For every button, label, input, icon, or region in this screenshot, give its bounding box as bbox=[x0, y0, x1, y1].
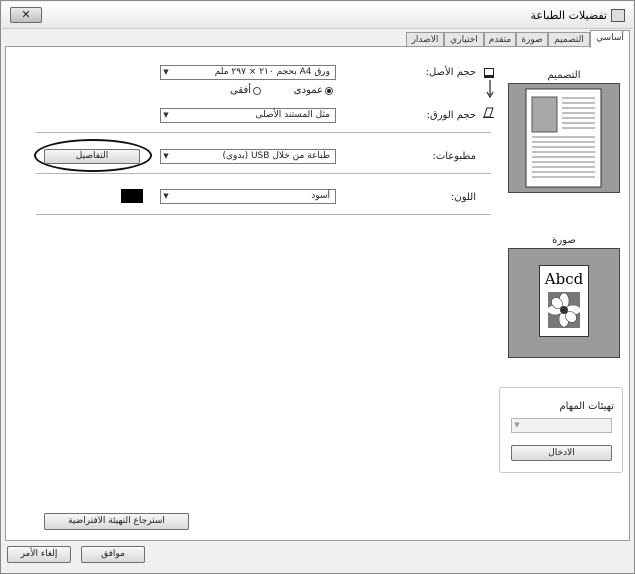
close-button[interactable]: ✕ bbox=[10, 7, 42, 23]
chevron-down-icon: ▼ bbox=[163, 152, 169, 160]
output-dropdown[interactable]: طباعة من خلال USB (بدوى) bbox=[160, 149, 336, 164]
chevron-down-icon: ▼ bbox=[163, 111, 169, 119]
color-swatch bbox=[121, 189, 143, 203]
layout-preview bbox=[508, 83, 620, 193]
print-preferences-window: تفضيلات الطباعة ✕ أساسي التصميم صورة متق… bbox=[0, 0, 635, 574]
tab-image[interactable]: صورة bbox=[516, 32, 548, 47]
ok-button[interactable]: موافق bbox=[81, 546, 145, 563]
original-size-label: حجم الأصل: bbox=[425, 67, 476, 78]
document-icon bbox=[484, 68, 494, 78]
details-button[interactable]: التفاصيل bbox=[44, 149, 140, 164]
separator bbox=[36, 173, 491, 174]
basic-tab-panel: حجم الأصل: ورق A4 بحجم ٢١٠ × ٢٩٧ ملم ▼ ع… bbox=[5, 46, 630, 541]
task-presets-group: تهيئات المهام ▼ الادخال bbox=[499, 387, 623, 473]
task-presets-label: تهيئات المهام bbox=[559, 401, 614, 412]
separator bbox=[36, 214, 491, 215]
tab-optional[interactable]: اختياري bbox=[444, 32, 484, 47]
tab-version[interactable]: الاصدار bbox=[406, 32, 444, 47]
chevron-down-icon: ▼ bbox=[163, 68, 169, 76]
paper-size-label: حجم الورق: bbox=[426, 110, 476, 121]
color-dropdown[interactable]: أسود bbox=[160, 189, 336, 204]
output-label: مطبوعات: bbox=[432, 151, 476, 162]
flower-icon bbox=[546, 292, 582, 328]
tab-advanced[interactable]: متقدم bbox=[484, 32, 516, 47]
tab-layout[interactable]: التصميم bbox=[548, 32, 590, 47]
separator bbox=[36, 132, 491, 133]
arrow-down-icon bbox=[486, 80, 494, 99]
chevron-down-icon: ▼ bbox=[163, 192, 169, 200]
landscape-label: أفقى bbox=[230, 85, 251, 96]
tab-basic[interactable]: أساسي bbox=[590, 30, 630, 48]
portrait-label: عمودى bbox=[293, 85, 323, 96]
image-preview-title: صورة bbox=[552, 235, 576, 246]
paper-size-dropdown[interactable]: مثل المستند الأصلى bbox=[160, 108, 336, 123]
image-preview: Abcd bbox=[508, 248, 620, 358]
image-sample-page: Abcd bbox=[539, 265, 589, 337]
printer-icon bbox=[611, 9, 625, 22]
cancel-button[interactable]: إلغاء الأمر bbox=[7, 546, 71, 563]
restore-defaults-button[interactable]: استرجاع التهيئة الافتراضية bbox=[44, 513, 189, 530]
portrait-radio[interactable] bbox=[325, 87, 333, 95]
paper-icon bbox=[483, 107, 495, 118]
image-sample-text: Abcd bbox=[544, 270, 584, 288]
landscape-radio[interactable] bbox=[253, 87, 261, 95]
enter-button[interactable]: الادخال bbox=[511, 445, 612, 461]
layout-preview-title: التصميم bbox=[547, 70, 581, 81]
color-label: اللون: bbox=[450, 192, 476, 203]
chevron-down-icon: ▼ bbox=[514, 421, 520, 429]
original-size-dropdown[interactable]: ورق A4 بحجم ٢١٠ × ٢٩٧ ملم bbox=[160, 65, 336, 80]
title-bar: تفضيلات الطباعة ✕ bbox=[2, 2, 633, 29]
window-title: تفضيلات الطباعة bbox=[530, 9, 607, 22]
task-presets-dropdown[interactable] bbox=[511, 418, 612, 433]
